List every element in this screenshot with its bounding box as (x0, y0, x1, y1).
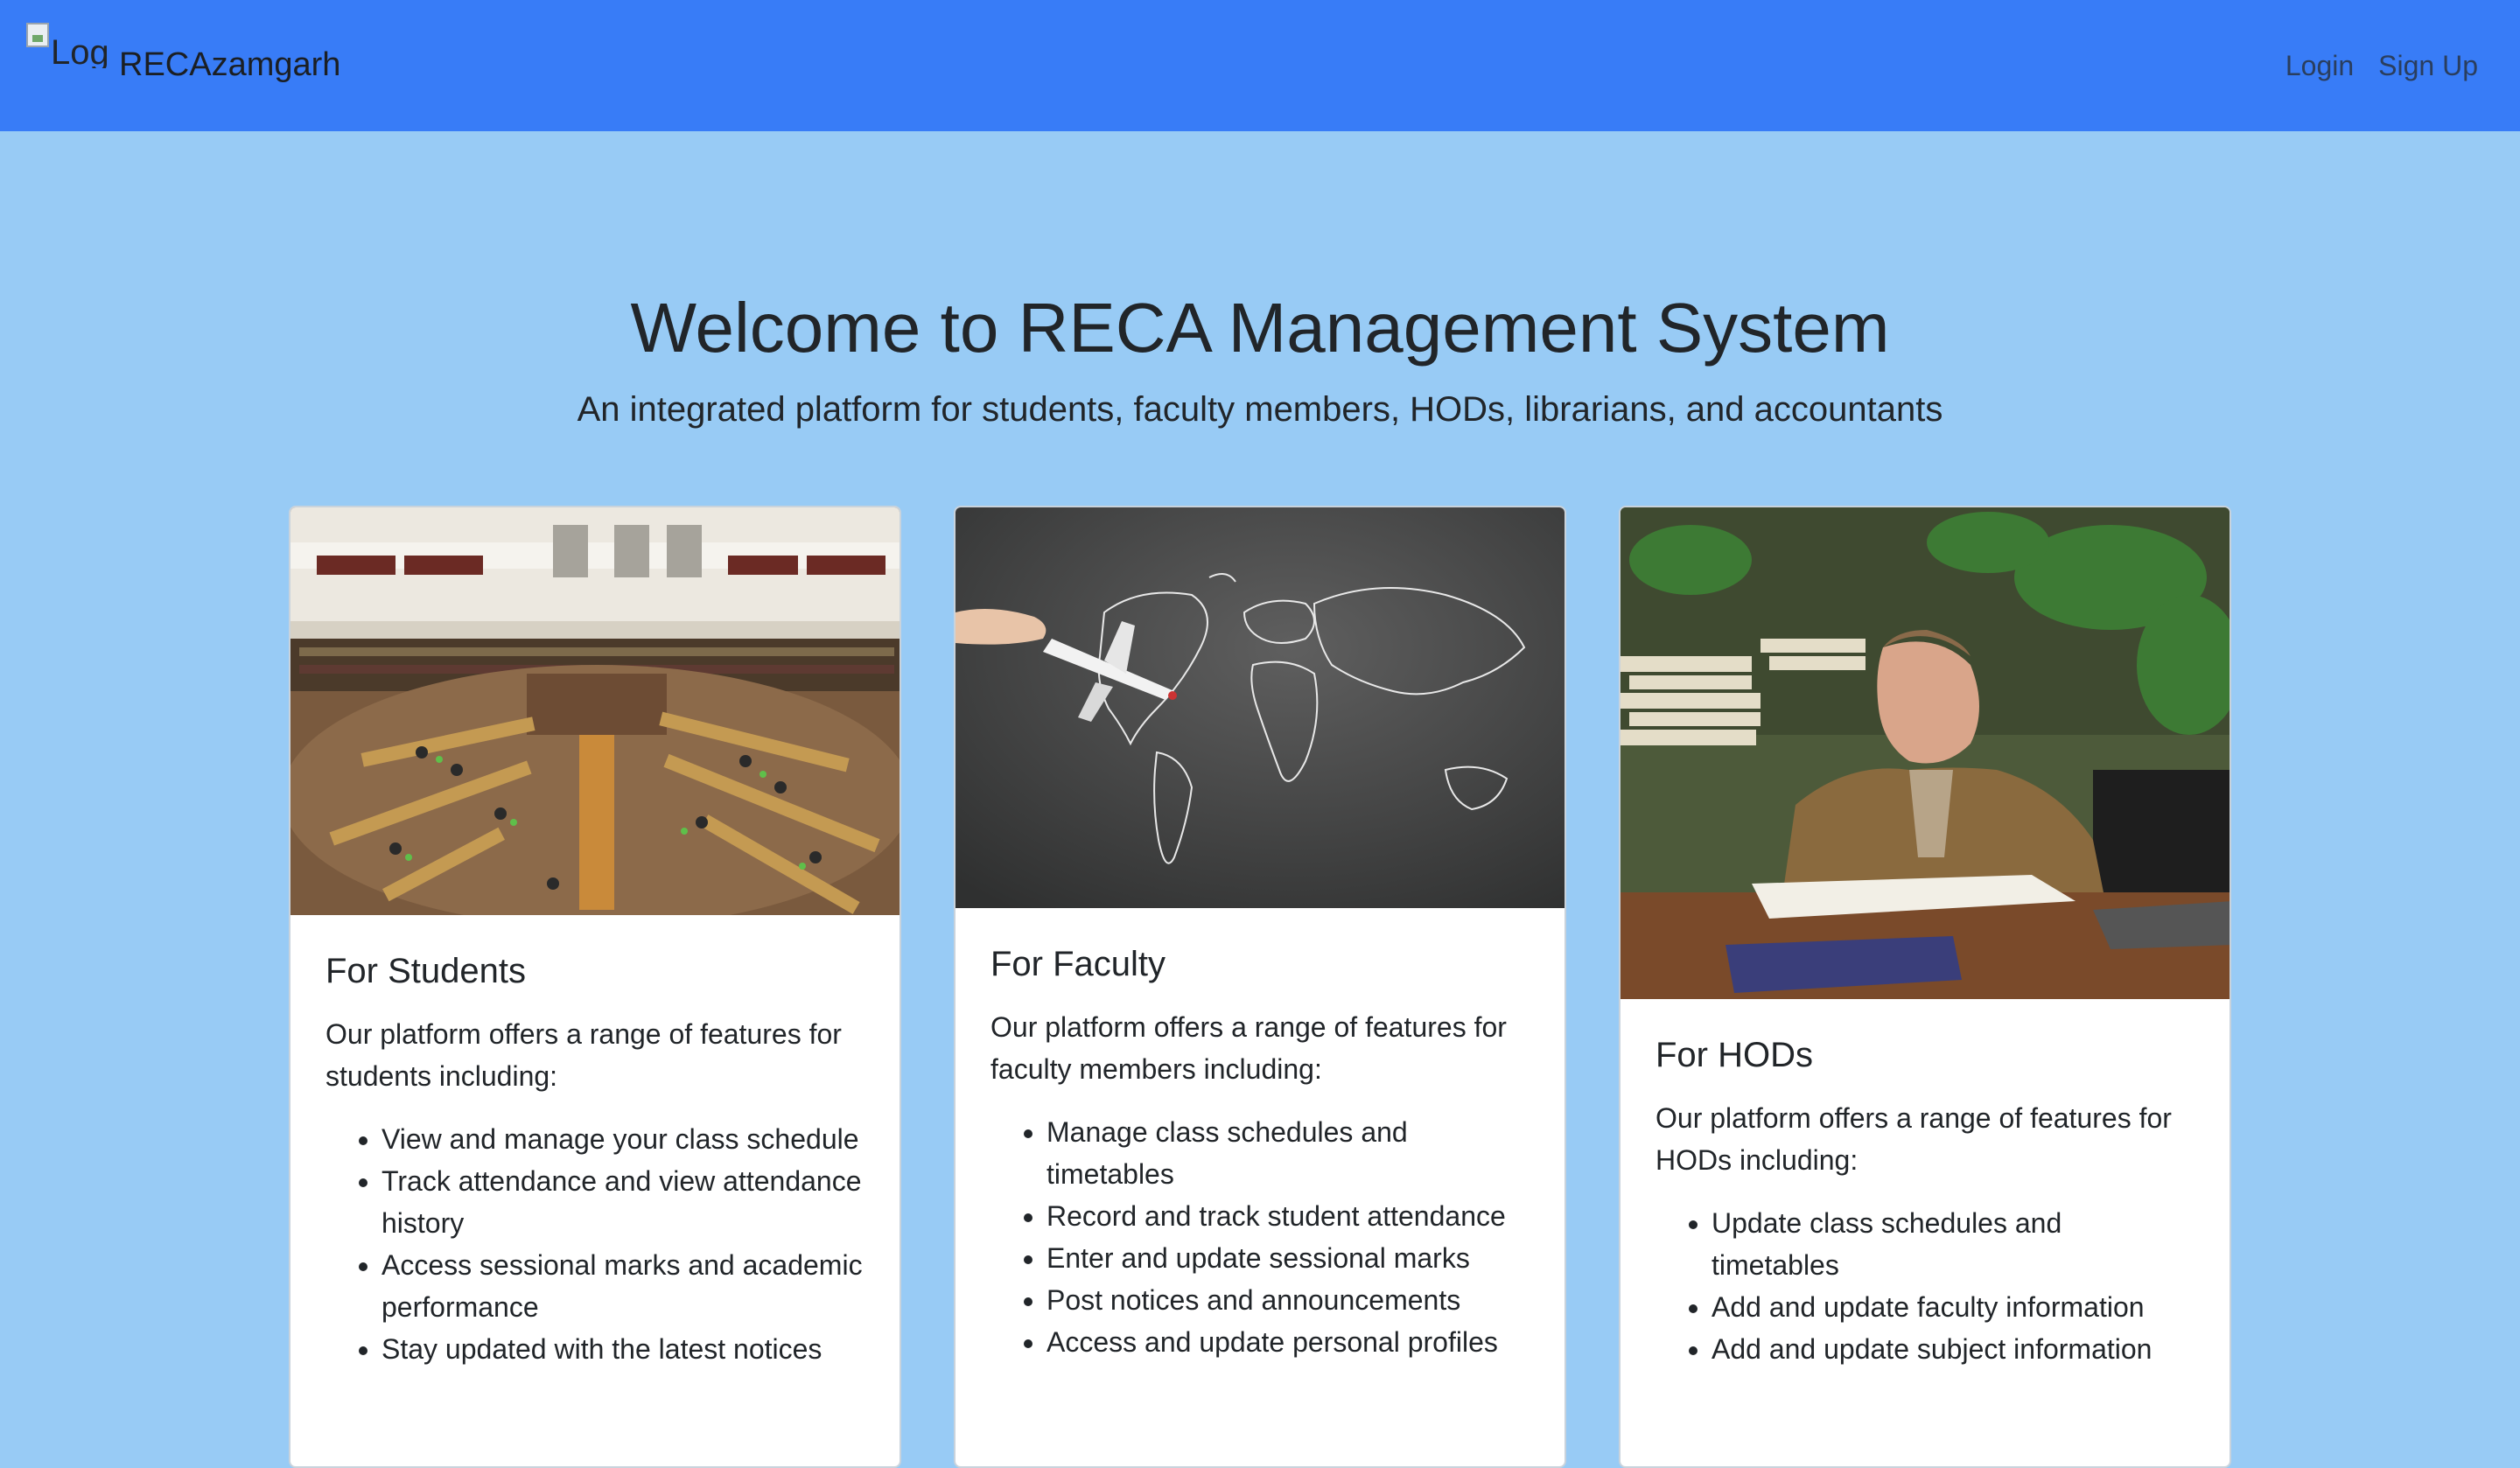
card-text: Our platform offers a range of features … (990, 1011, 1507, 1085)
feature-list: Update class schedules and timetables Ad… (1656, 1202, 2194, 1370)
list-item: Track attendance and view attendance his… (382, 1160, 864, 1244)
signup-link[interactable]: Sign Up (2378, 44, 2478, 87)
list-item: View and manage your class schedule (382, 1118, 864, 1160)
feature-list: View and manage your class schedule Trac… (326, 1118, 864, 1370)
list-item: Manage class schedules and timetables (1046, 1111, 1530, 1195)
library-image (290, 507, 900, 915)
card-text: Our platform offers a range of features … (1656, 1102, 2172, 1176)
world-map-image (956, 507, 1564, 908)
list-item: Access and update personal profiles (1046, 1321, 1530, 1363)
card-hods: For HODs Our platform offers a range of … (1619, 506, 2231, 1468)
brand-logo[interactable]: Logo (26, 23, 107, 68)
list-item: Enter and update sessional marks (1046, 1237, 1530, 1279)
list-item: Stay updated with the latest notices (382, 1328, 864, 1370)
broken-image-icon (26, 23, 49, 47)
brand-name[interactable]: RECAzamgarh (119, 40, 340, 89)
list-item: Access sessional marks and academic perf… (382, 1244, 864, 1328)
nav-links: Login Sign Up (2286, 44, 2478, 87)
hero-subtitle: An integrated platform for students, fac… (577, 390, 1943, 429)
card-faculty: For Faculty Our platform offers a range … (954, 506, 1566, 1468)
hero-title: Welcome to RECA Management System (630, 289, 1890, 367)
hod-image (1620, 507, 2230, 999)
list-item: Post notices and announcements (1046, 1279, 1530, 1321)
card-text: Our platform offers a range of features … (326, 1018, 842, 1092)
card-title: For Students (326, 952, 527, 990)
navbar: Logo RECAzamgarh Login Sign Up (0, 0, 2520, 131)
logo-alt-text: Logo (51, 33, 107, 68)
feature-list: Manage class schedules and timetables Re… (990, 1111, 1530, 1363)
login-link[interactable]: Login (2286, 44, 2354, 87)
list-item: Record and track student attendance (1046, 1195, 1530, 1237)
list-item: Update class schedules and timetables (1712, 1202, 2194, 1286)
list-item: Add and update subject information (1712, 1328, 2194, 1370)
card-title: For HODs (1656, 1036, 1813, 1074)
card-students: For Students Our platform offers a range… (289, 506, 901, 1468)
card-title: For Faculty (990, 945, 1166, 983)
list-item: Add and update faculty information (1712, 1286, 2194, 1328)
